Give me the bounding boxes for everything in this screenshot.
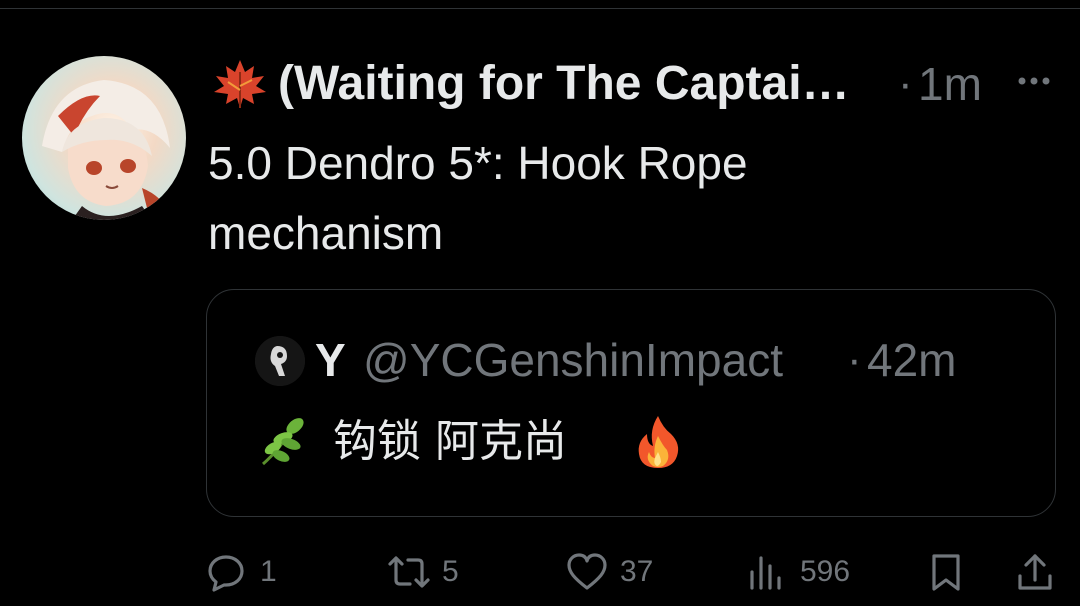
bookmark-icon bbox=[932, 554, 960, 591]
fire-icon bbox=[638, 416, 679, 468]
quoted-avatar bbox=[255, 336, 305, 386]
herb-icon bbox=[262, 418, 304, 466]
like-button[interactable]: 37 bbox=[566, 548, 666, 596]
reply-icon bbox=[208, 555, 244, 592]
quoted-tweet-card[interactable]: Y @YCGenshinImpact · 42m 钩锁 阿克尚 bbox=[206, 289, 1056, 517]
quoted-author-handle[interactable]: @YCGenshinImpact bbox=[363, 332, 783, 388]
tweet-actions: 1 5 37 596 bbox=[206, 548, 1066, 596]
header-separator: · bbox=[898, 59, 913, 108]
author-avatar[interactable] bbox=[22, 56, 186, 220]
like-count: 37 bbox=[620, 555, 654, 588]
views-icon bbox=[750, 556, 781, 590]
tweet-header: (Waiting for The Captai… · 1m bbox=[208, 52, 1068, 112]
tweet-text-line: 5.0 Dendro 5*: Hook Rope bbox=[208, 137, 748, 189]
repost-button[interactable]: 5 bbox=[386, 548, 486, 596]
bookmark-button[interactable] bbox=[928, 548, 968, 596]
quoted-separator: · bbox=[847, 335, 862, 384]
reply-button[interactable]: 1 bbox=[206, 548, 296, 596]
author-name[interactable]: (Waiting for The Captai… bbox=[278, 54, 898, 114]
reply-count: 1 bbox=[260, 555, 277, 588]
top-divider bbox=[0, 8, 1080, 9]
share-button[interactable] bbox=[1016, 548, 1056, 596]
maple-leaf-icon bbox=[214, 60, 266, 108]
quoted-author-name[interactable]: Y bbox=[315, 332, 346, 388]
avatar-image bbox=[42, 80, 172, 220]
tweet-timestamp[interactable]: 1m bbox=[918, 54, 982, 114]
more-icon[interactable] bbox=[1014, 66, 1054, 96]
quoted-timestamp[interactable]: 42m bbox=[867, 332, 956, 388]
repost-icon bbox=[388, 556, 430, 588]
share-icon bbox=[1018, 554, 1052, 590]
views-button[interactable]: 596 bbox=[746, 548, 866, 596]
views-count: 596 bbox=[800, 555, 851, 588]
repost-count: 5 bbox=[442, 555, 459, 588]
tweet-text-line: mechanism bbox=[208, 207, 444, 259]
quoted-text: 钩锁 阿克尚 bbox=[333, 416, 567, 467]
tweet-text: 5.0 Dendro 5*: Hook Rope mechanism bbox=[208, 128, 1028, 268]
heart-icon bbox=[567, 553, 607, 590]
